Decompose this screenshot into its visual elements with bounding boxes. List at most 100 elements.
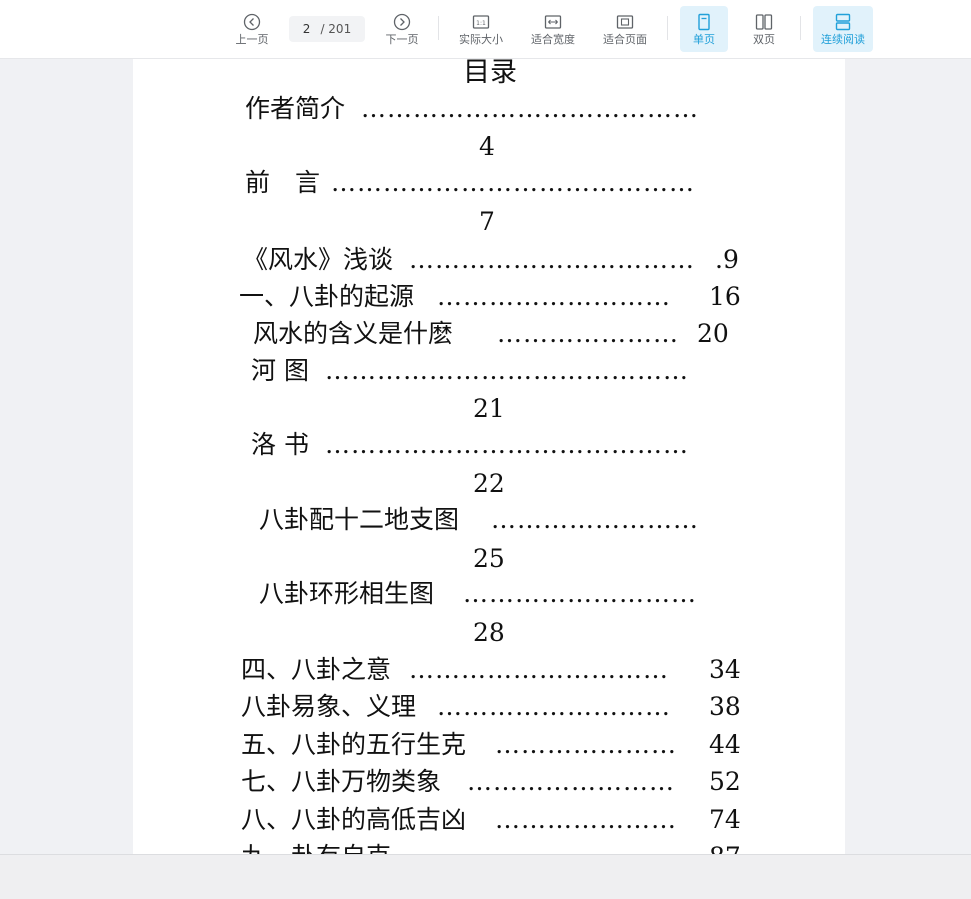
- svg-text:1:1: 1:1: [476, 20, 486, 27]
- continuous-reading-label: 连续阅读: [821, 32, 865, 46]
- toolbar-divider: [667, 16, 668, 40]
- toolbar-divider: [800, 16, 801, 40]
- toc-entry-leader-dots: …………………: [495, 805, 677, 834]
- toc-entry: 八卦易象、义理 ……………………… 38: [133, 689, 845, 725]
- toc-entry-leader-dots: ………………………: [437, 282, 671, 311]
- toc-entry-page-number: 28: [473, 618, 505, 647]
- double-page-icon: [755, 13, 773, 30]
- fit-width-button[interactable]: 适合宽度: [524, 6, 582, 52]
- toc-entry: 七、八卦万物类象 …………………… 52: [133, 764, 845, 800]
- actual-size-icon: 1:1: [472, 14, 490, 29]
- reader-toolbar: 上一页 2 / 201 下一页 1:1 实际大小 适合宽度 适合页面 单页 双页…: [0, 0, 971, 59]
- toc-entry: 河 图 ……………………………………: [133, 353, 845, 389]
- toc-entry-page-number: .9: [715, 245, 739, 274]
- toc-entry-page-number: 25: [473, 544, 505, 573]
- toc-entry: 7: [133, 204, 845, 240]
- page-indicator[interactable]: 2 / 201: [289, 16, 365, 42]
- toc-title: 目录: [133, 59, 845, 91]
- toc-entry-title: 作者简介: [245, 94, 346, 123]
- single-page-button[interactable]: 单页: [680, 6, 728, 52]
- toc-entry-leader-dots: ……………………………: [409, 245, 695, 274]
- page-number-input[interactable]: 2: [303, 22, 311, 36]
- toc-entry-page-number: 16: [709, 282, 741, 311]
- toc-entry-leader-dots: …………………: [495, 730, 677, 759]
- actual-size-label: 实际大小: [459, 32, 503, 46]
- toc-entry: 一、八卦的起源 ……………………… 16: [133, 279, 845, 315]
- arrow-right-circle-icon: [393, 13, 411, 30]
- prev-page-label: 上一页: [235, 32, 269, 46]
- toc-entry: 22: [133, 466, 845, 502]
- next-page-label: 下一页: [385, 32, 419, 46]
- toc-entry-page-number: 21: [473, 394, 505, 423]
- toc-entry-title: 八、八卦的高低吉凶: [241, 805, 467, 834]
- toc-entry: 九、卦有自克 ………………………… 87: [133, 839, 845, 854]
- toc-entry-page-number: 74: [709, 805, 741, 834]
- toc-entry: 25: [133, 541, 845, 577]
- fit-width-icon: [544, 14, 562, 29]
- document-viewer[interactable]: 目录 作者简介………………………………… 4 前 言…………………………………… 7 《…: [0, 59, 971, 854]
- toc-entry-title: 九、卦有自克: [241, 839, 391, 854]
- toc-entry: 21: [133, 391, 845, 427]
- toc-entry-title: 河 图: [251, 356, 309, 385]
- toc-entry: 作者简介 …………………………………: [133, 91, 845, 127]
- toc-entry-page-number: 4: [479, 132, 495, 161]
- double-page-label: 双页: [753, 32, 775, 46]
- toc-entry-leader-dots: ………………………: [463, 579, 697, 608]
- next-page-button[interactable]: 下一页: [380, 6, 424, 52]
- toc-entry-page-number: 87: [709, 839, 741, 854]
- toc-entry: 4: [133, 129, 845, 165]
- toc-entry-page-number: 44: [709, 730, 741, 759]
- toc-entry-page-number: 7: [479, 207, 495, 236]
- toc-entry-title: 七、八卦万物类象: [241, 767, 442, 796]
- toc-entry-title: 五、八卦的五行生克: [241, 730, 467, 759]
- toc-entry-page-number: 20: [697, 319, 729, 348]
- toolbar-divider: [438, 16, 439, 40]
- toc-entry: 风水的含义是什麽 ………………… 20: [133, 316, 845, 352]
- toc-entry-leader-dots: ………………………: [437, 692, 671, 721]
- toc-entry: 八卦配十二地支图 ……………………: [133, 502, 845, 538]
- toc-entry: 《风水》浅谈 …………………………… .9: [133, 242, 845, 278]
- toc-entry-title: 《风水》浅谈: [243, 245, 394, 274]
- actual-size-button[interactable]: 1:1 实际大小: [452, 6, 510, 52]
- single-page-label: 单页: [693, 32, 715, 46]
- toc-entry-leader-dots: ……………………………………: [331, 168, 695, 197]
- page-total: / 201: [320, 22, 352, 36]
- fit-width-label: 适合宽度: [531, 32, 575, 46]
- toc-entry-page-number: 52: [709, 767, 741, 796]
- toc-entry: 洛 书 ……………………………………: [133, 427, 845, 463]
- document-page: 目录 作者简介………………………………… 4 前 言…………………………………… 7 《…: [133, 59, 845, 854]
- toc-entry: 四、八卦之意 ………………………… 34: [133, 652, 845, 688]
- toc-entry-page-number: 22: [473, 469, 505, 498]
- toc-entry-leader-dots: …………………………: [409, 655, 669, 684]
- double-page-button[interactable]: 双页: [740, 6, 788, 52]
- toc-entry-leader-dots: …………………: [497, 319, 679, 348]
- continuous-reading-button[interactable]: 连续阅读: [813, 6, 873, 52]
- bottom-status-bar: [0, 854, 971, 899]
- toc-entry-leader-dots: …………………………………: [361, 94, 699, 123]
- toc-entry-page-number: 34: [709, 655, 741, 684]
- toc-entry: 八卦环形相生图 ………………………: [133, 576, 845, 612]
- toc-entry-title: 一、八卦的起源: [239, 282, 415, 311]
- toc-entry-title: 四、八卦之意: [241, 655, 392, 684]
- toc-entry-title: 风水的含义是什麽: [253, 319, 454, 348]
- toc-entry-leader-dots: ……………………: [467, 767, 675, 796]
- toc-entry: 前 言 ……………………………………: [133, 165, 845, 201]
- toc-entry-leader-dots: …………………………: [409, 839, 669, 854]
- toc-entry-leader-dots: ……………………: [491, 505, 699, 534]
- toc-entry-title: 洛 书: [251, 430, 309, 459]
- arrow-left-circle-icon: [243, 13, 261, 30]
- toc-entry-title: 八卦环形相生图: [259, 579, 435, 608]
- single-page-icon: [698, 13, 710, 30]
- toc-entry-title: 八卦易象、义理: [241, 692, 417, 721]
- toc-entry-leader-dots: ……………………………………: [325, 356, 689, 385]
- fit-page-icon: [616, 14, 634, 29]
- toc-entry-title: 八卦配十二地支图: [259, 505, 460, 534]
- toc-entry-page-number: 38: [709, 692, 741, 721]
- prev-page-button[interactable]: 上一页: [230, 6, 274, 52]
- toc-entry-leader-dots: ……………………………………: [325, 430, 689, 459]
- fit-page-label: 适合页面: [603, 32, 647, 46]
- toc-entry: 五、八卦的五行生克 ………………… 44: [133, 727, 845, 763]
- toc-entry-title: 前 言: [245, 168, 321, 197]
- fit-page-button[interactable]: 适合页面: [596, 6, 654, 52]
- toc-entry: 八、八卦的高低吉凶 ………………… 74: [133, 802, 845, 838]
